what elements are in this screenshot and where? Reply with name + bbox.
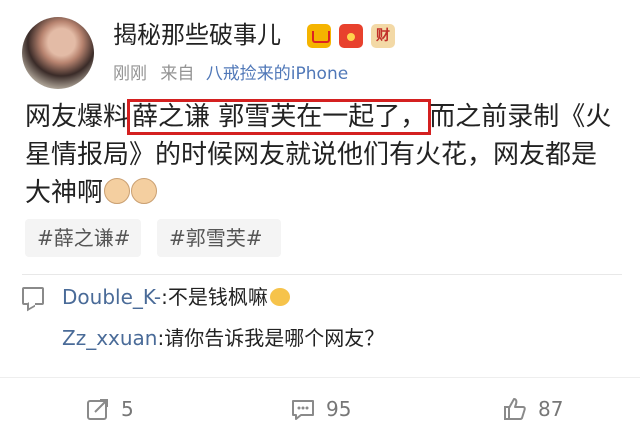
share-icon <box>87 399 108 420</box>
like-count: 87 <box>538 397 564 421</box>
thumbs-up-icon <box>504 398 526 420</box>
source-prefix: 来自 <box>160 64 195 84</box>
comment-count: 95 <box>326 397 352 421</box>
post-time: 刚刚 <box>113 64 147 84</box>
emoji-icon <box>269 288 290 306</box>
comment-author[interactable]: Double_K- <box>62 285 161 309</box>
cai-badge-icon[interactable]: 财 <box>371 24 395 48</box>
action-bar-divider <box>0 377 640 378</box>
post-meta: 刚刚 来自 八戒捡来的iPhone <box>113 63 348 85</box>
weibo-post-card: 揭秘那些破事儿 财 刚刚 来自 八戒捡来的iPhone 网友爆料 薛之谦 郭雪芙在… <box>0 0 640 446</box>
post-text: 网友爆料 薛之谦 郭雪芙在一起了， 而之前录制《火 星情报局》的时候网友就说他们有火… <box>25 98 625 212</box>
cat-emoji-icon <box>131 178 158 204</box>
post-text-line-3: 大神啊 <box>25 174 625 212</box>
highlighted-text: 薛之谦 郭雪芙在一起了， <box>127 99 432 135</box>
cat-emoji-icon <box>104 178 131 204</box>
comment-text: :不是钱枫嘛 <box>161 285 268 309</box>
post-text-segment: 大神啊 <box>25 178 104 208</box>
comment-button[interactable]: 95 <box>290 392 351 426</box>
like-button[interactable]: 87 <box>502 392 563 426</box>
source-link[interactable]: 八戒捡来的iPhone <box>206 64 348 84</box>
divider <box>22 274 622 275</box>
share-button[interactable]: 5 <box>85 392 134 426</box>
comment-icon <box>292 400 314 420</box>
username[interactable]: 揭秘那些破事儿 <box>113 20 281 50</box>
comment-bubble-icon <box>22 287 44 305</box>
avatar[interactable] <box>22 17 94 89</box>
post-text-line-2: 星情报局》的时候网友就说他们有火花，网友都是 <box>25 140 598 170</box>
hashtag-xue-zhiqian[interactable]: #薛之谦# <box>25 219 141 257</box>
comment-text: :请你告诉我是哪个网友？ <box>157 326 385 350</box>
post-text-segment: 而之前录制《火 <box>429 102 612 132</box>
hashtag-guo-xuefu[interactable]: #郭雪芙# <box>157 219 281 257</box>
comment-item[interactable]: Zz_xxuan:请你告诉我是哪个网友？ <box>62 324 384 352</box>
post-text-line-1: 网友爆料 薛之谦 郭雪芙在一起了， 而之前录制《火 <box>25 98 625 136</box>
post-text-segment: 网友爆料 <box>25 102 130 132</box>
comment-item[interactable]: Double_K-:不是钱枫嘛 <box>62 283 290 311</box>
red-envelope-icon[interactable] <box>339 24 363 48</box>
crown-badge-icon[interactable] <box>307 24 331 48</box>
share-count: 5 <box>121 397 134 421</box>
comment-author[interactable]: Zz_xxuan <box>62 326 157 350</box>
